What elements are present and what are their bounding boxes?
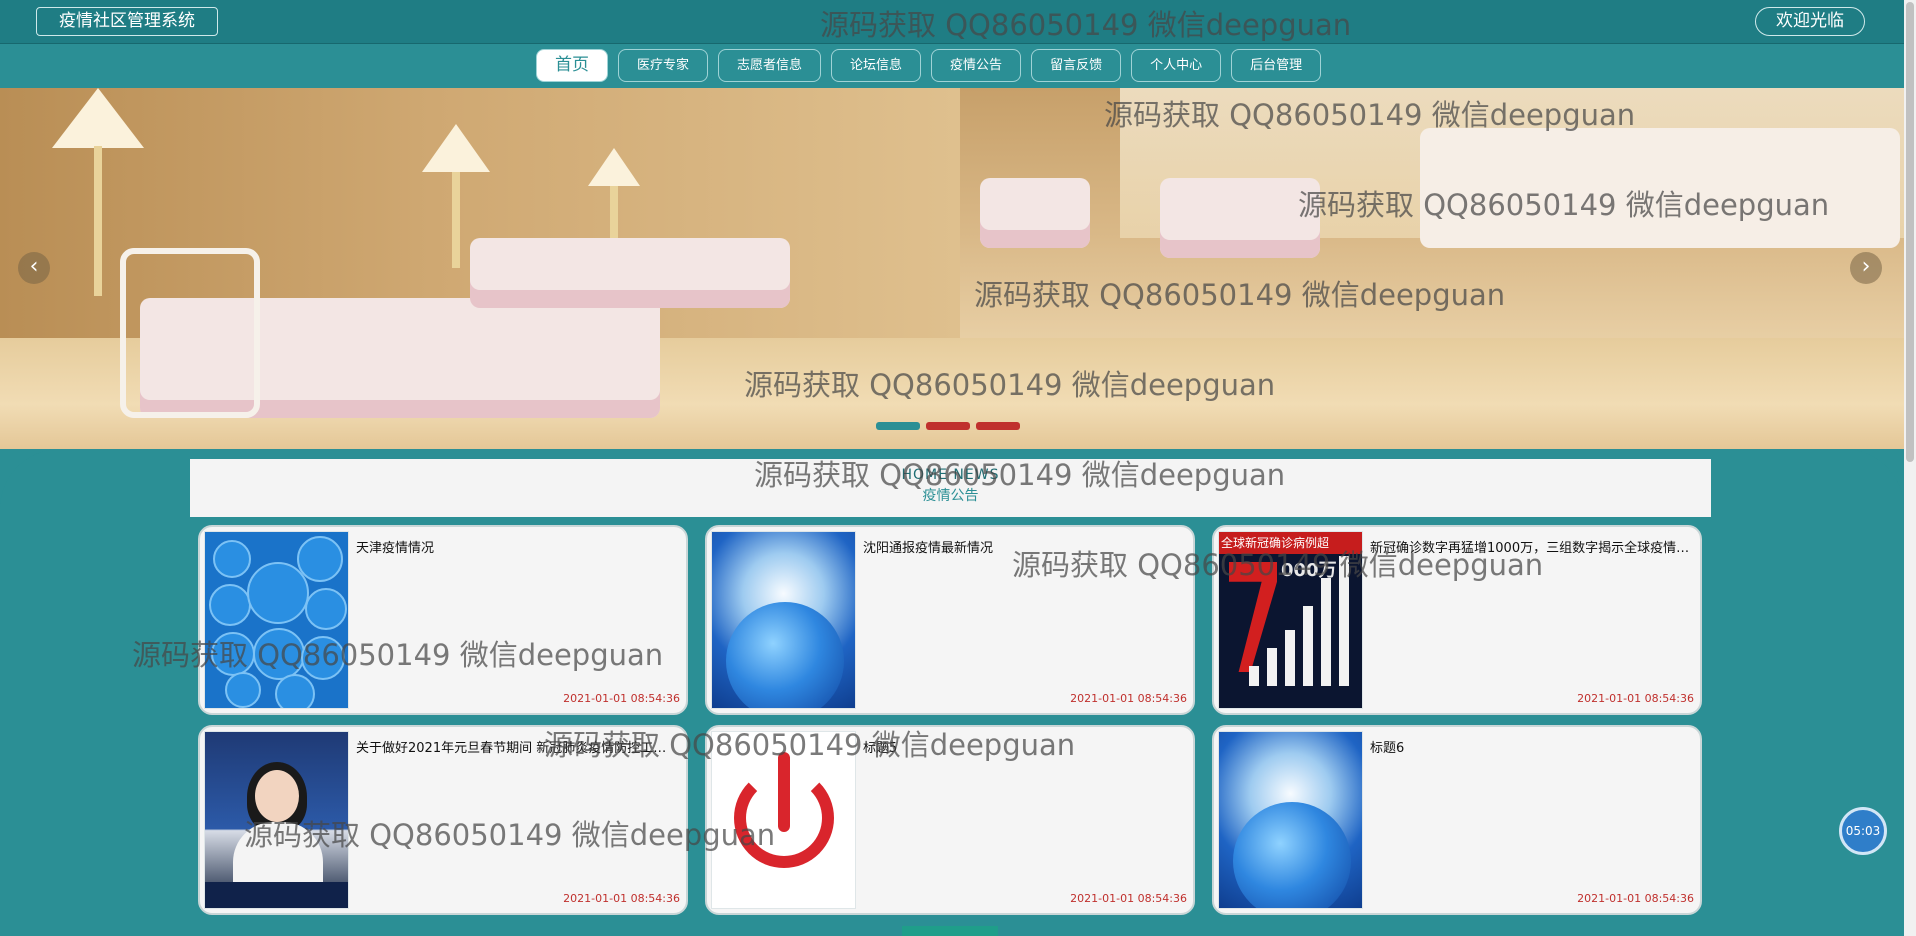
news-title[interactable]: 关于做好2021年元旦春节期间 新冠肺炎疫情防控工作的... [356, 737, 678, 756]
page-scrollbar[interactable] [1904, 0, 1916, 936]
lamp-pole [452, 172, 460, 268]
nav-admin[interactable]: 后台管理 [1231, 49, 1322, 82]
news-time: 2021-01-01 08:54:36 [1577, 692, 1694, 705]
news-section-header: HOME NEWS 疫情公告 [190, 459, 1711, 517]
news-thumbnail [711, 731, 856, 909]
globe-icon [1233, 802, 1351, 908]
lamp-shade [52, 88, 144, 148]
scrollbar-thumb[interactable] [1906, 2, 1914, 462]
news-time: 2021-01-01 08:54:36 [1070, 892, 1187, 905]
prev-slide-button[interactable]: ‹ [18, 252, 50, 284]
news-thumbnail [204, 531, 349, 709]
news-time: 2021-01-01 08:54:36 [563, 892, 680, 905]
section-title-cn[interactable]: 疫情公告 [190, 485, 1711, 505]
news-title[interactable]: 天津疫情情况 [356, 537, 678, 556]
news-card[interactable]: 关于做好2021年元旦春节期间 新冠肺炎疫情防控工作的... 2021-01-0… [198, 725, 688, 915]
news-card[interactable]: 全球新冠确诊病例超 000万 新冠确诊数字再猛增1000万，三组数字揭示全球疫情… [1212, 525, 1702, 715]
carousel-indicator[interactable] [876, 422, 920, 430]
nav-medical-experts[interactable]: 医疗专家 [618, 49, 709, 82]
nav-home[interactable]: 首页 [536, 49, 608, 82]
news-thumbnail [204, 731, 349, 909]
bottom-tab[interactable] [902, 926, 998, 936]
nav-volunteers[interactable]: 志愿者信息 [718, 49, 822, 82]
hospital-bed [470, 238, 790, 308]
news-time: 2021-01-01 08:54:36 [563, 692, 680, 705]
next-slide-button[interactable]: › [1850, 252, 1882, 284]
news-card[interactable]: 标题5 2021-01-01 08:54:36 [705, 725, 1195, 915]
nav-feedback[interactable]: 留言反馈 [1031, 49, 1122, 82]
hospital-bed [980, 178, 1090, 248]
news-card[interactable]: 沈阳通报疫情最新情况 2021-01-01 08:54:36 [705, 525, 1195, 715]
news-card[interactable]: 天津疫情情况 2021-01-01 08:54:36 [198, 525, 688, 715]
globe-icon [726, 602, 844, 708]
welcome-badge[interactable]: 欢迎光临 [1755, 7, 1865, 36]
lamp-pole [94, 146, 102, 296]
hospital-bed [1160, 178, 1320, 258]
wall-panel [1420, 128, 1900, 248]
lamp-shade [588, 148, 640, 186]
thumbnail-header: 全球新冠确诊病例超 [1219, 532, 1362, 554]
news-thumbnail: 全球新冠确诊病例超 000万 [1218, 531, 1363, 709]
nav-profile[interactable]: 个人中心 [1131, 49, 1222, 82]
system-title[interactable]: 疫情社区管理系统 [36, 7, 218, 36]
nav-forum[interactable]: 论坛信息 [831, 49, 922, 82]
banner-carousel[interactable]: ‹ › [0, 88, 1904, 449]
chevron-left-icon: ‹ [29, 254, 39, 279]
carousel-indicator[interactable] [926, 422, 970, 430]
timer-badge[interactable]: 05:03 [1839, 807, 1887, 855]
nav-announcements[interactable]: 疫情公告 [931, 49, 1022, 82]
lamp-shade [422, 124, 490, 172]
news-thumbnail [1218, 731, 1363, 909]
news-card[interactable]: 标题6 2021-01-01 08:54:36 [1212, 725, 1702, 915]
bed-frame [120, 248, 260, 418]
carousel-indicators [876, 422, 1020, 430]
news-title[interactable]: 新冠确诊数字再猛增1000万，三组数字揭示全球疫情现状 [1370, 537, 1692, 556]
news-time: 2021-01-01 08:54:36 [1070, 692, 1187, 705]
news-time: 2021-01-01 08:54:36 [1577, 892, 1694, 905]
nav-list: 首页 医疗专家 志愿者信息 论坛信息 疫情公告 留言反馈 个人中心 后台管理 [536, 49, 1322, 82]
section-title-en: HOME NEWS [901, 467, 1000, 483]
main-nav: 首页 医疗专家 志愿者信息 论坛信息 疫情公告 留言反馈 个人中心 后台管理 [0, 44, 1916, 88]
chevron-right-icon: › [1861, 254, 1871, 279]
news-thumbnail [711, 531, 856, 709]
carousel-indicator[interactable] [976, 422, 1020, 430]
news-title[interactable]: 标题5 [863, 737, 1185, 756]
news-title[interactable]: 标题6 [1370, 737, 1692, 756]
news-title[interactable]: 沈阳通报疫情最新情况 [863, 537, 1185, 556]
top-bar: 疫情社区管理系统 欢迎光临 [0, 0, 1916, 44]
